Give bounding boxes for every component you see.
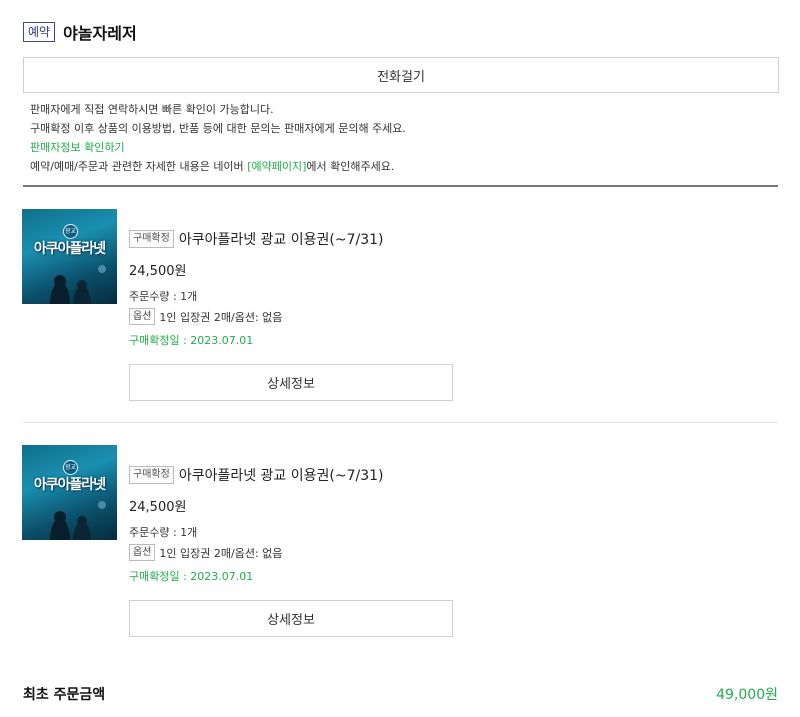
detail-button[interactable]: 상세정보 (129, 364, 453, 401)
notice-line-2: 구매확정 이후 상품의 이용방법, 반품 등에 대한 문의는 판매자에게 문의해… (30, 122, 406, 135)
detail-button[interactable]: 상세정보 (129, 600, 453, 637)
section-divider (23, 185, 778, 187)
option-text: 1인 입장권 2매/옵션: 없음 (159, 546, 283, 560)
seller-notice: 판매자에게 직접 연락하시면 빠른 확인이 가능합니다. 구매확정 이후 상품의… (30, 100, 406, 176)
order-item: 광교 아쿠아플라넷 구매확정 아쿠아플라넷 광교 이용권(~7/31) 24,5… (22, 445, 778, 645)
notice-line-4-suffix: 에서 확인해주세요. (306, 160, 395, 173)
product-price: 24,500원 (129, 264, 187, 279)
thumbnail-tag: 광교 (63, 460, 78, 475)
call-button[interactable]: 전화걸기 (23, 57, 779, 93)
total-amount: 49,000원 (716, 687, 778, 703)
thumbnail-figures (50, 501, 106, 540)
order-item: 광교 아쿠아플라넷 구매확정 아쿠아플라넷 광교 이용권(~7/31) 24,5… (22, 209, 778, 409)
seller-name[interactable]: 야놀자레저 (63, 20, 137, 44)
order-quantity: 주문수량 : 1개 (129, 526, 198, 539)
total-label: 최초 주문금액 (23, 687, 106, 703)
option-row: 옵션 1인 입장권 2매/옵션: 없음 (129, 544, 282, 561)
thumbnail-title: 아쿠아플라넷 (33, 477, 106, 493)
confirm-date: 구매확정일 : 2023.07.01 (129, 570, 254, 583)
seller-info-link[interactable]: 판매자정보 확인하기 (30, 138, 406, 157)
item-title-row: 구매확정 아쿠아플라넷 광교 이용권(~7/31) (129, 229, 384, 249)
option-row: 옵션 1인 입장권 2매/옵션: 없음 (129, 308, 282, 325)
status-badge: 구매확정 (129, 466, 174, 484)
product-name[interactable]: 아쿠아플라넷 광교 이용권(~7/31) (179, 465, 384, 485)
product-name[interactable]: 아쿠아플라넷 광교 이용권(~7/31) (179, 229, 384, 249)
notice-line-4: 예약/예매/주문과 관련한 자세한 내용은 네이버 [예약페이지]에서 확인해주… (30, 157, 406, 176)
reservation-badge: 예약 (23, 22, 56, 42)
confirm-date: 구매확정일 : 2023.07.01 (129, 334, 254, 347)
option-badge: 옵션 (129, 308, 156, 325)
notice-line-1: 판매자에게 직접 연락하시면 빠른 확인이 가능합니다. (30, 103, 274, 116)
seller-header: 예약 야놀자레저 (23, 20, 137, 44)
product-price: 24,500원 (129, 500, 187, 515)
reservation-page-link[interactable]: [예약페이지] (247, 160, 306, 173)
option-text: 1인 입장권 2매/옵션: 없음 (159, 310, 283, 324)
thumbnail-figures (50, 265, 106, 304)
status-badge: 구매확정 (129, 230, 174, 248)
thumbnail-title: 아쿠아플라넷 (33, 241, 106, 257)
product-thumbnail[interactable]: 광교 아쿠아플라넷 (22, 445, 117, 540)
thumbnail-tag: 광교 (63, 224, 78, 239)
product-thumbnail[interactable]: 광교 아쿠아플라넷 (22, 209, 117, 304)
option-badge: 옵션 (129, 544, 156, 561)
item-divider (23, 422, 778, 423)
notice-line-4-text: 예약/예매/주문과 관련한 자세한 내용은 네이버 (30, 160, 248, 173)
item-title-row: 구매확정 아쿠아플라넷 광교 이용권(~7/31) (129, 465, 384, 485)
order-quantity: 주문수량 : 1개 (129, 290, 198, 303)
